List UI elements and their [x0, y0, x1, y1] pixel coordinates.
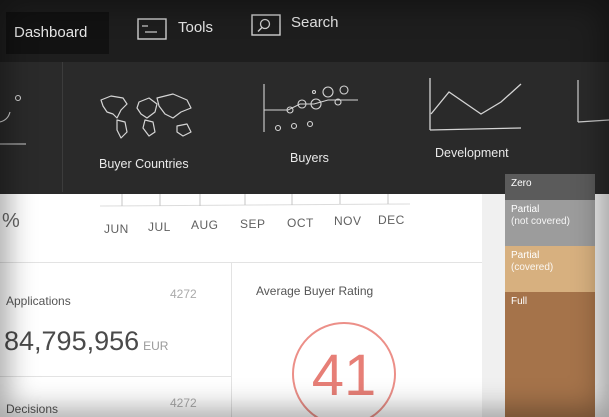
month-label: JUN — [104, 222, 129, 236]
card-divider — [231, 262, 232, 417]
legend-item: Full — [505, 292, 595, 417]
month-label: OCT — [287, 216, 314, 230]
month-label: JUL — [148, 220, 171, 234]
legend-item-label: (not covered) — [511, 216, 570, 227]
card-divider — [0, 262, 482, 263]
line-chart-icon[interactable] — [427, 72, 525, 134]
tool-buyer-countries-label[interactable]: Buyer Countries — [99, 157, 189, 171]
nav-tools-label[interactable]: Tools — [178, 19, 213, 37]
month-label: AUG — [191, 218, 219, 232]
applications-amount: 84,795,956 EUR — [4, 326, 168, 357]
decisions-count: 4272 — [170, 396, 197, 410]
month-label: DEC — [378, 213, 405, 227]
timeline-left-fragment: % — [2, 210, 20, 232]
rating-value: 41 — [311, 343, 377, 408]
legend-item-label: (covered) — [511, 262, 554, 273]
tool-separator — [62, 62, 63, 192]
month-label: NOV — [334, 214, 362, 228]
partial-right-tool-icon[interactable] — [572, 72, 609, 132]
month-label: SEP — [240, 217, 266, 231]
legend-item-label: Full — [511, 296, 528, 307]
tool-development-label[interactable]: Development — [435, 146, 509, 160]
legend-item-label: Zero — [511, 178, 532, 189]
world-map-icon[interactable] — [97, 92, 197, 140]
applications-amount-unit: EUR — [143, 339, 169, 353]
search-icon[interactable] — [251, 14, 281, 36]
partial-tool-icon[interactable] — [0, 90, 30, 150]
applications-title: Applications — [6, 294, 71, 308]
applications-count: 4272 — [170, 287, 197, 301]
nav-dashboard-label[interactable]: Dashboard — [14, 24, 87, 42]
nav-search-label[interactable]: Search — [291, 14, 339, 32]
legend-item: Partial (covered) — [505, 246, 595, 292]
tool-buyers-label[interactable]: Buyers — [290, 151, 329, 165]
applications-amount-value: 84,795,956 — [4, 326, 140, 356]
decisions-title: Decisions — [6, 402, 59, 416]
tools-icon[interactable] — [137, 18, 167, 40]
legend-item: Partial (not covered) — [505, 200, 595, 246]
rating-title: Average Buyer Rating — [256, 284, 374, 298]
legend-item: Zero — [505, 174, 595, 200]
bubble-chart-icon[interactable] — [262, 80, 366, 136]
legend-item-label: Partial — [511, 250, 540, 261]
legend-item-label: Partial — [511, 204, 540, 215]
card-divider — [0, 376, 231, 377]
